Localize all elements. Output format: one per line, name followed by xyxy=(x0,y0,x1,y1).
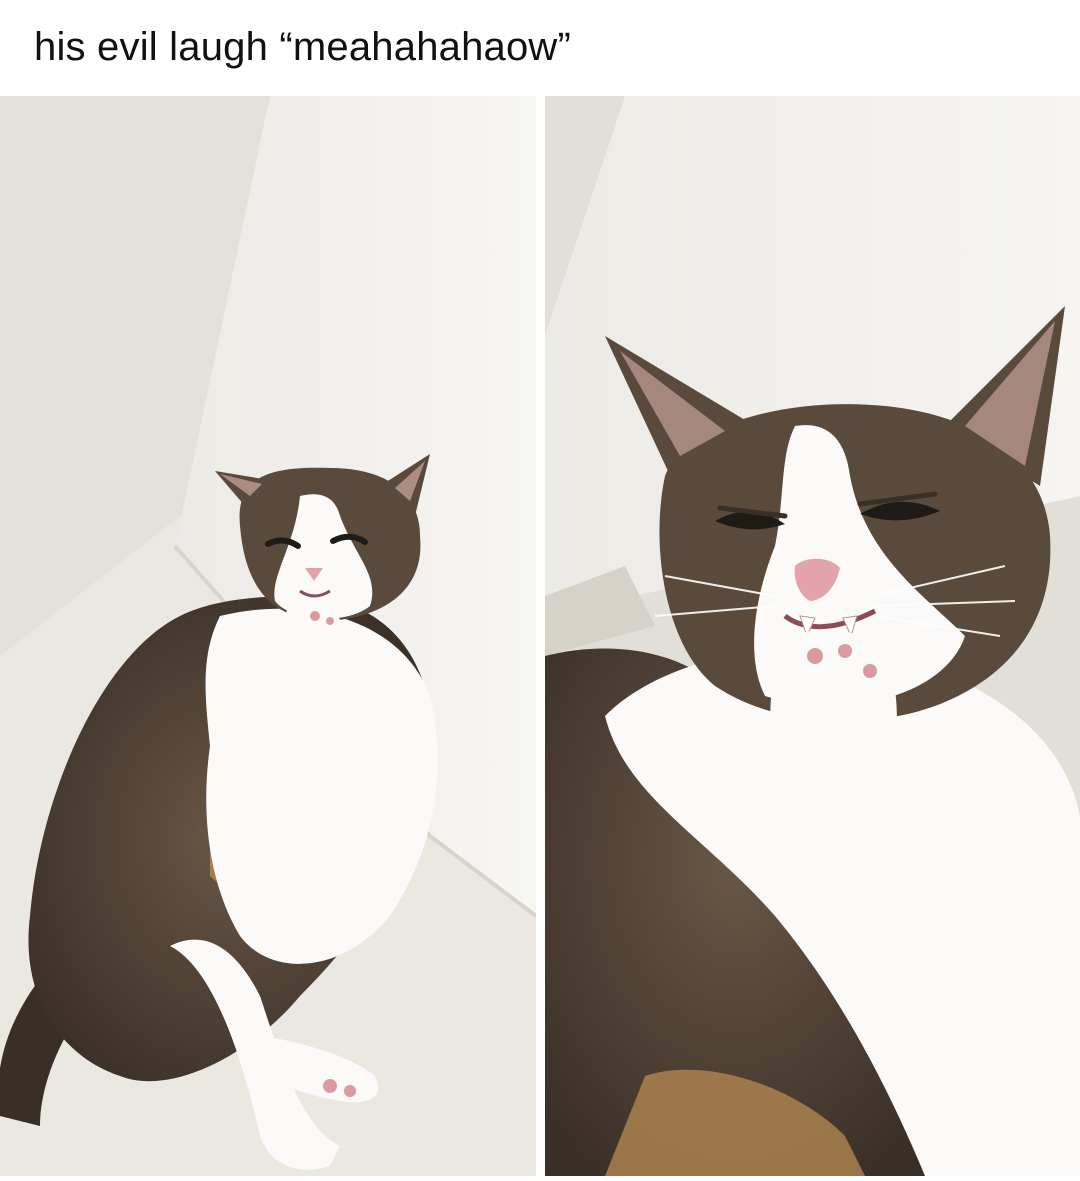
cat-photo-full-body xyxy=(0,96,536,1176)
cat-close-up-illustration xyxy=(545,96,1080,1176)
meme-caption: his evil laugh “meahahahaow” xyxy=(34,25,572,69)
cat-full-body-illustration xyxy=(0,96,536,1176)
cat-photo-close-up xyxy=(545,96,1080,1176)
